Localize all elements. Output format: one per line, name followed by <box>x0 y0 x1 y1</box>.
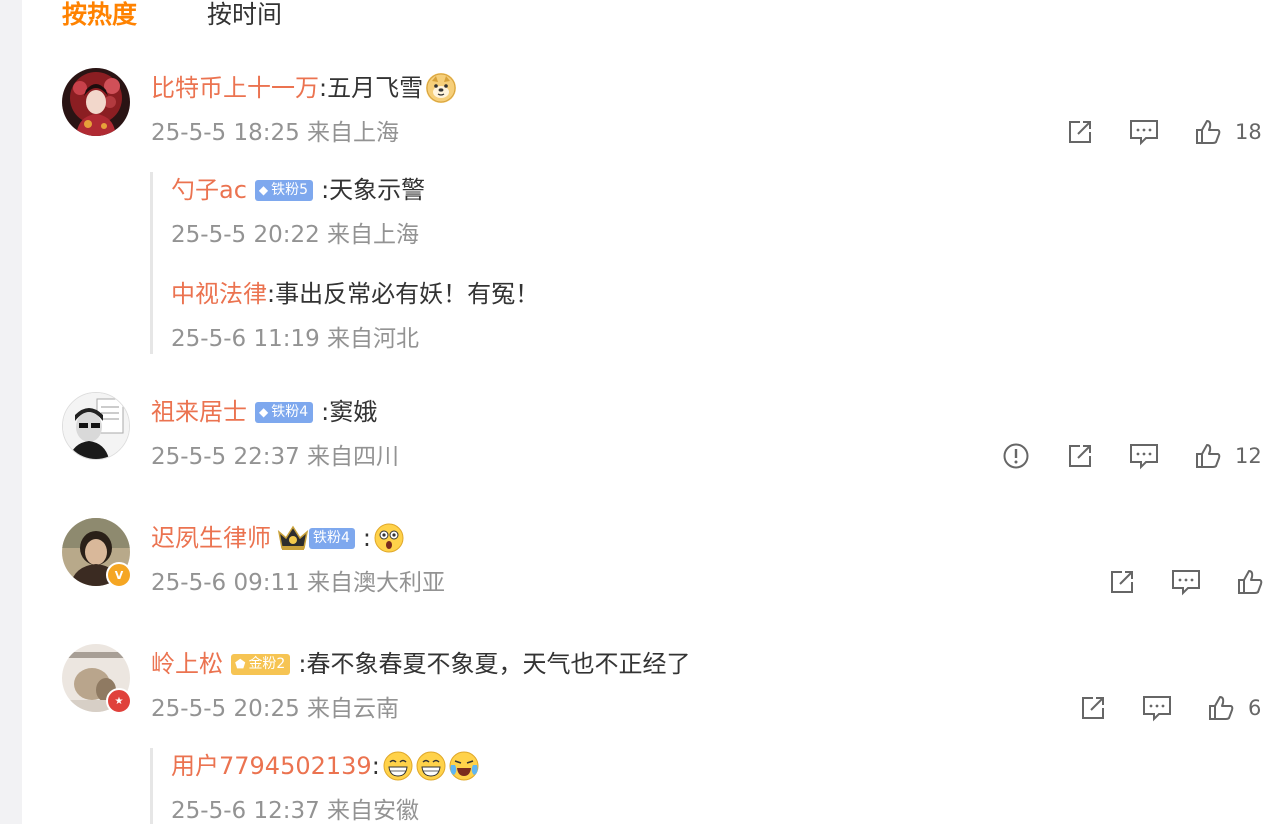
grin-emoji <box>416 751 446 781</box>
comment-actions: 12 <box>1001 441 1262 471</box>
comment-location: 来自澳大利亚 <box>307 570 446 596</box>
comment-time: 25-5-5 20:25 <box>151 696 300 722</box>
comment-username[interactable]: 迟夙生律师 <box>151 522 271 554</box>
share-icon[interactable] <box>1078 693 1108 723</box>
reply-time: 25-5-6 11:19 <box>171 326 320 352</box>
crown-icon[interactable] <box>277 524 309 552</box>
diamond-icon: ◆ <box>259 404 269 419</box>
reply-time: 25-5-5 20:22 <box>171 222 320 248</box>
verified-badge-icon: V <box>106 562 132 588</box>
comment-icon[interactable] <box>1142 693 1172 723</box>
fan-badge-label: 金粉2 <box>248 655 286 672</box>
shocked-emoji <box>374 523 404 553</box>
comment-meta: 25-5-5 20:25 来自云南 <box>151 694 399 724</box>
reply-header: 勺子ac ◆ 铁粉5 :天象示警 <box>171 174 425 206</box>
reply-meta: 25-5-5 20:22 来自上海 <box>171 220 419 250</box>
like-count: 6 <box>1248 696 1262 720</box>
avatar[interactable] <box>62 392 130 460</box>
like-count: 18 <box>1235 120 1262 144</box>
reply-username[interactable]: 中视法律 <box>171 278 267 310</box>
comment-text: :春不象春夏不象夏，天气也不正经了 <box>298 650 691 678</box>
comment-header: 迟夙生律师 铁粉4 : <box>151 522 404 554</box>
doge-emoji <box>426 73 457 103</box>
like-icon[interactable] <box>1206 693 1236 723</box>
avatar-wrap: ★ <box>62 644 132 714</box>
reply-text: :天象示警 <box>321 176 426 204</box>
like-icon[interactable] <box>1193 441 1223 471</box>
comment-location: 来自四川 <box>307 444 400 470</box>
fan-badge[interactable]: ◆ 铁粉4 <box>255 401 314 423</box>
reply-text: : <box>371 752 380 780</box>
share-icon[interactable] <box>1107 567 1137 597</box>
fan-badge-label: 铁粉5 <box>271 181 309 198</box>
comment-time: 25-5-5 22:37 <box>151 444 300 470</box>
comment-meta: 25-5-6 09:11 来自澳大利亚 <box>151 568 445 598</box>
comment-header: 岭上松 ⬟ 金粉2 :春不象春夏不象夏，天气也不正经了 <box>151 648 690 680</box>
reply-thread: 用户7794502139 : 25-5-6 12:37 来自安徽 <box>150 748 853 824</box>
comment-username[interactable]: 岭上松 <box>151 648 223 680</box>
reply-username[interactable]: 勺子ac <box>171 174 247 206</box>
fan-badge[interactable]: ◆ 铁粉5 <box>254 179 314 201</box>
like-icon[interactable] <box>1235 567 1265 597</box>
reply-header: 用户7794502139 : <box>171 750 479 782</box>
fan-badge-label: 铁粉4 <box>271 403 309 420</box>
comment-actions: 6 <box>1078 693 1261 723</box>
comment-header: 祖来居士 ◆ 铁粉4 :窦娥 <box>151 396 377 428</box>
reply-header: 中视法律 :事出反常必有妖！有冤！ <box>171 278 539 310</box>
comment-time: 25-5-5 18:25 <box>151 120 300 146</box>
avatar-wrap: V <box>62 518 132 588</box>
fan-badge-label: 铁粉4 <box>313 529 350 546</box>
like-icon[interactable] <box>1193 117 1223 147</box>
comment-text: : <box>362 524 372 552</box>
comment-icon[interactable] <box>1171 567 1201 597</box>
avatar[interactable] <box>62 68 130 136</box>
cry-laugh-emoji <box>449 751 479 781</box>
fan-badge[interactable]: 铁粉4 <box>309 527 355 549</box>
comment-meta: 25-5-5 18:25 来自上海 <box>151 118 399 148</box>
comment-actions <box>1107 567 1265 597</box>
like-count: 12 <box>1235 444 1262 468</box>
comment-location: 来自上海 <box>307 120 400 146</box>
comment-text: :五月飞雪 <box>319 74 424 102</box>
reply-meta: 25-5-6 11:19 来自河北 <box>171 324 419 354</box>
report-icon[interactable] <box>1001 441 1031 471</box>
left-rail <box>0 0 22 824</box>
comment-icon[interactable] <box>1129 117 1159 147</box>
reply-time: 25-5-6 12:37 <box>171 798 320 824</box>
reply-meta: 25-5-6 12:37 来自安徽 <box>171 796 419 826</box>
share-icon[interactable] <box>1065 117 1095 147</box>
fan-badge[interactable]: ⬟ 金粉2 <box>231 653 291 675</box>
share-icon[interactable] <box>1065 441 1095 471</box>
reply-text: :事出反常必有妖！有冤！ <box>267 280 540 308</box>
grin-emoji <box>383 751 413 781</box>
reply-thread: 勺子ac ◆ 铁粉5 :天象示警 25-5-5 20:22 来自上海 中视法律 … <box>150 172 853 354</box>
reply-location: 来自上海 <box>327 222 420 248</box>
comment-text: :窦娥 <box>321 398 378 426</box>
comment-meta: 25-5-5 22:37 来自四川 <box>151 442 399 472</box>
comment-time: 25-5-6 09:11 <box>151 570 300 596</box>
diamond-icon: ◆ <box>258 182 269 197</box>
comment-header: 比特币上十一万 :五月飞雪 <box>151 72 457 104</box>
tab-sort-by-hot[interactable]: 按热度 <box>62 0 137 30</box>
comment-username[interactable]: 比特币上十一万 <box>151 72 319 104</box>
comment-icon[interactable] <box>1129 441 1159 471</box>
tab-sort-by-time[interactable]: 按时间 <box>207 0 282 30</box>
reply-location: 来自河北 <box>327 326 420 352</box>
verified-badge-icon: ★ <box>106 688 132 714</box>
reply-location: 来自安徽 <box>327 798 420 824</box>
comment-location: 来自云南 <box>307 696 400 722</box>
comment-username[interactable]: 祖来居士 <box>151 396 247 428</box>
diamond-icon: ⬟ <box>235 656 246 671</box>
reply-username[interactable]: 用户7794502139 <box>171 750 372 782</box>
comment-actions: 18 <box>1065 117 1262 147</box>
